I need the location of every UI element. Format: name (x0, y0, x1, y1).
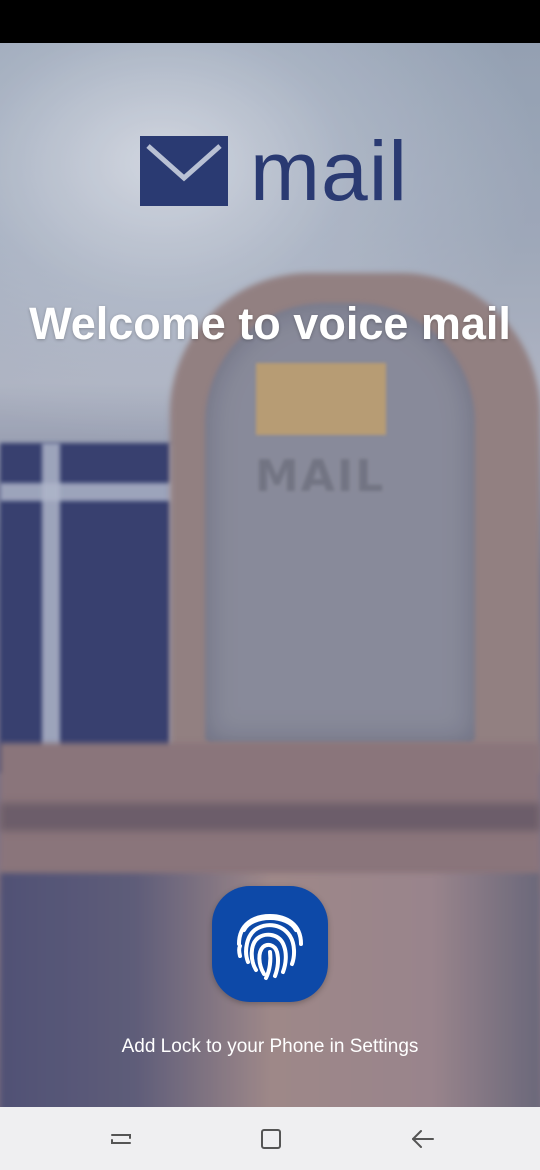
recent-apps-icon (111, 1134, 131, 1144)
screen: MAIL mail Welcome to voice mail Add Lock… (0, 0, 540, 1170)
lock-hint-text: Add Lock to your Phone in Settings (121, 1036, 419, 1057)
app-logo-text: mail (250, 124, 409, 218)
home-button[interactable] (253, 1121, 289, 1157)
back-icon (412, 1130, 434, 1148)
fingerprint-icon (237, 913, 303, 980)
navigation-bar (0, 1107, 540, 1170)
home-icon (261, 1129, 281, 1149)
recent-apps-button[interactable] (103, 1121, 139, 1157)
status-bar (0, 0, 540, 43)
fingerprint-button[interactable] (212, 886, 328, 1002)
envelope-icon (140, 136, 228, 206)
app-logo: mail (140, 124, 409, 218)
welcome-title: Welcome to voice mail (29, 298, 511, 349)
back-button[interactable] (405, 1121, 441, 1157)
